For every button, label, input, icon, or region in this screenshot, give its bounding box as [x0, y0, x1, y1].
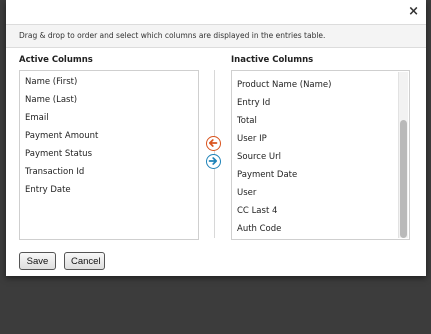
column-item[interactable]: User	[237, 187, 256, 199]
column-item[interactable]: Name (First)	[25, 76, 77, 88]
column-item[interactable]: Email	[25, 112, 49, 124]
column-item[interactable]: Payment Amount	[25, 130, 98, 142]
column-item[interactable]: CC Last 4	[237, 205, 277, 217]
active-columns-list[interactable]: Name (First) Name (Last) Email Payment Amou…	[19, 70, 199, 240]
column-item[interactable]: Auth Code	[237, 223, 281, 235]
column-item[interactable]: Payment Date	[237, 169, 297, 181]
column-item[interactable]: Total	[237, 115, 257, 127]
column-item[interactable]: Payment Status	[25, 148, 92, 160]
scrollbar-thumb[interactable]	[400, 120, 407, 238]
save-button[interactable]: Save	[19, 252, 56, 270]
inactive-columns-heading: Inactive Columns	[231, 55, 314, 65]
inactive-list-scrollbar[interactable]	[398, 72, 408, 238]
column-item[interactable]: Product Name (Name)	[237, 79, 331, 91]
column-item[interactable]: User IP	[237, 133, 267, 145]
active-columns-heading: Active Columns	[19, 55, 93, 65]
inactive-columns-list[interactable]: Product Name (Name) Entry Id Total User IP S…	[231, 70, 410, 240]
column-settings-dialog: × Drag & drop to order and select which …	[6, 0, 426, 276]
arrow-right-icon[interactable]	[206, 154, 221, 169]
arrow-left-icon[interactable]	[206, 136, 221, 151]
column-item[interactable]: Source Url	[237, 151, 281, 163]
cancel-button[interactable]: Cancel	[64, 252, 105, 270]
column-item[interactable]: Transaction Id	[25, 166, 84, 178]
instructions-text: Drag & drop to order and select which co…	[6, 24, 426, 48]
close-icon[interactable]: ×	[408, 4, 419, 20]
column-item[interactable]: Entry Id	[237, 97, 270, 109]
column-item[interactable]: Name (Last)	[25, 94, 77, 106]
column-item[interactable]: Entry Date	[25, 184, 71, 196]
